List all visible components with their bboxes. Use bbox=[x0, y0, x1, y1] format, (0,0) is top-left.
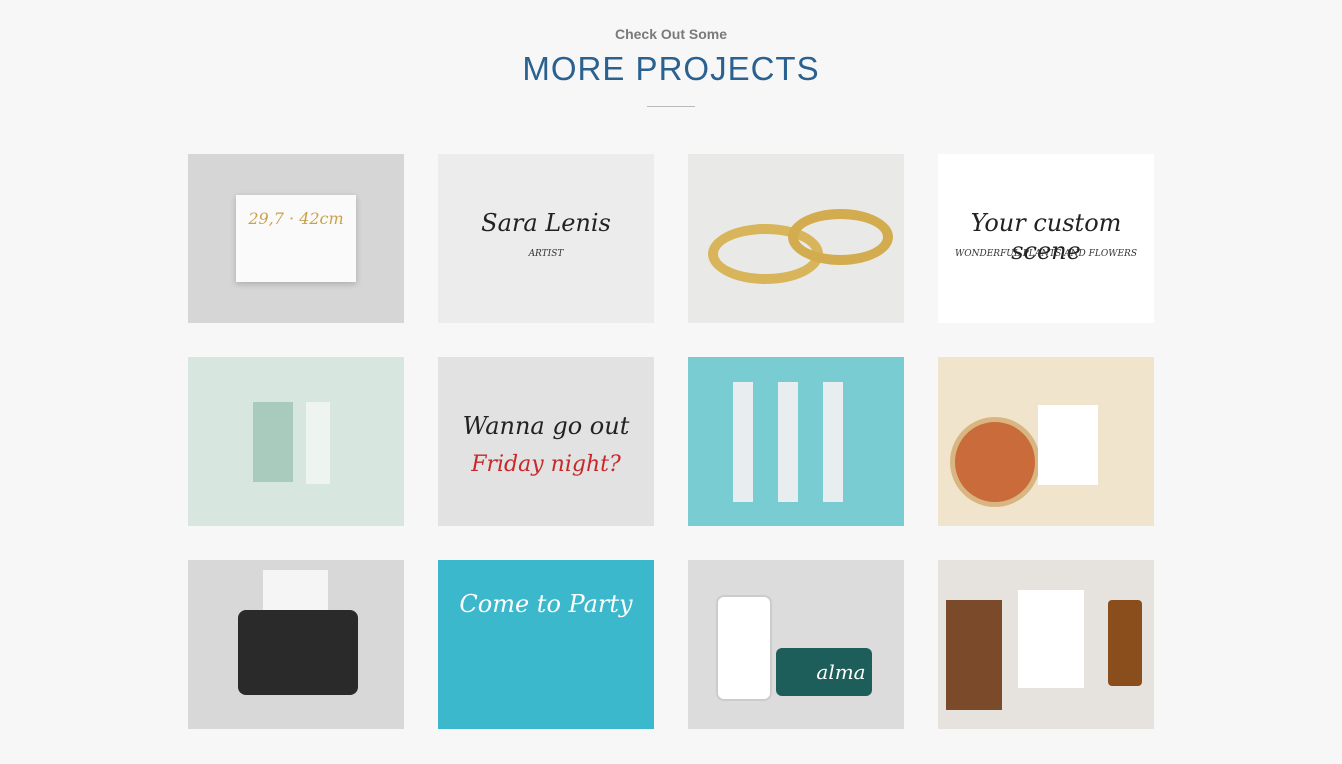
title-divider bbox=[647, 106, 695, 107]
thumbnail-lettering: Sara Lenis bbox=[481, 209, 611, 237]
thumbnail-lettering: alma bbox=[816, 660, 866, 684]
project-thumbnail-custom-scene-creator[interactable]: Your custom scene WONDERFUL PLANTS AND FL… bbox=[938, 154, 1154, 323]
thumbnail-lettering: 29,7 · 42cm bbox=[248, 209, 344, 228]
project-thumbnail-a3-poster-mockup[interactable]: 29,7 · 42cm bbox=[188, 154, 404, 323]
thumbnail-sub-lettering: WONDERFUL PLANTS AND FLOWERS bbox=[955, 249, 1137, 259]
project-thumbnail-cosmetic-packaging[interactable] bbox=[188, 357, 404, 526]
section-subtitle: Check Out Some bbox=[614, 26, 728, 42]
thumbnail-sub-lettering: ARTIST bbox=[528, 249, 564, 259]
thumbnail-sub-lettering: Friday night? bbox=[471, 452, 621, 477]
project-thumbnail-typewriter-mockup[interactable] bbox=[188, 560, 404, 729]
project-thumbnail-gold-rings[interactable] bbox=[688, 154, 904, 323]
projects-grid: 29,7 · 42cm Sara Lenis ARTIST Your custom s… bbox=[188, 154, 1154, 729]
project-thumbnail-sara-lenis-font[interactable]: Sara Lenis ARTIST bbox=[438, 154, 654, 323]
thumbnail-lettering: Wanna go out bbox=[462, 412, 630, 440]
project-thumbnail-pizza-branding[interactable] bbox=[938, 357, 1154, 526]
project-thumbnail-party-invitation[interactable]: Come to Party bbox=[438, 560, 654, 729]
section-title: MORE PROJECTS bbox=[522, 50, 820, 87]
project-thumbnail-friday-night-font[interactable]: Wanna go out Friday night? bbox=[438, 357, 654, 526]
project-thumbnail-stationery-mockup[interactable] bbox=[938, 560, 1154, 729]
project-thumbnail-alma-app-mockup[interactable]: alma bbox=[688, 560, 904, 729]
thumbnail-lettering: Come to Party bbox=[459, 590, 633, 618]
project-thumbnail-watercolor-fruits-cards[interactable] bbox=[688, 357, 904, 526]
